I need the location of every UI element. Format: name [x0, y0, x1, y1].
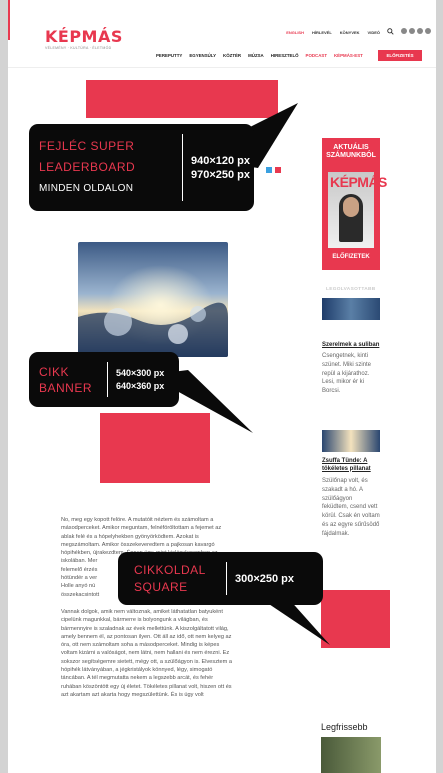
facebook-icon[interactable] [401, 28, 407, 34]
callout-super-leaderboard: FEJLÉC SUPER LEADERBOARD MINDEN OLDALON … [29, 124, 254, 211]
instagram-icon[interactable] [417, 28, 423, 34]
magazine-cover[interactable]: KÉPMÁS [328, 172, 387, 248]
top-nav-english[interactable]: ENGLISH [286, 30, 304, 35]
site-logo[interactable]: KÉPMÁS [45, 27, 123, 46]
search-icon[interactable] [387, 28, 394, 35]
callout-article-banner: CIKK BANNER 540×300 px 640×360 px [29, 352, 179, 407]
top-nav-newsletter[interactable]: HÍRLEVÉL [312, 30, 332, 35]
popular-title-2[interactable]: Zsuffa Tünde: A tökéletes pillanat [322, 458, 382, 473]
linkedin-icon[interactable] [425, 28, 431, 34]
logo-tagline: VÉLEMÉNY · KULTÚRA · ÉLETMÓD [45, 46, 112, 50]
popular-title-1[interactable]: Szerelmek a suliban [322, 342, 382, 350]
cover-face [343, 197, 359, 217]
page-edge-accent [8, 0, 10, 40]
nav-kepmas-est[interactable]: KÉPMÁS-EST [334, 53, 363, 58]
popular-text-1: Csengetnek, kinti szünet. Miki szinte re… [322, 353, 372, 395]
subscribe-promo-button[interactable]: ELŐFIZETEK [322, 254, 380, 260]
callout-sidebar-square: CIKKOLDAL SQUARE 300×250 px [118, 552, 323, 605]
article-hero-image [78, 242, 228, 357]
nav-muzsa[interactable]: MÚZSA [248, 53, 264, 58]
popular-label: LEGOLVASOTTABB [326, 287, 376, 292]
top-nav: ENGLISH HÍRLEVÉL KÖNYVEK VIDEÓ [286, 30, 380, 35]
top-nav-books[interactable]: KÖNYVEK [340, 30, 360, 35]
article-page: KÉPMÁS VÉLEMÉNY · KULTÚRA · ÉLETMÓD ENGL… [8, 0, 436, 773]
nav-hireszt[interactable]: HIRESZTELŐ [271, 53, 299, 58]
latest-heading: Legfrissebb [321, 722, 368, 732]
nav-pereputty[interactable]: PEREPUTTY [156, 53, 182, 58]
current-issue-promo[interactable]: AKTUÁLIS SZÁMUNKBÓL KÉPMÁS ELŐFIZETEK [322, 138, 387, 270]
site-header: KÉPMÁS VÉLEMÉNY · KULTÚRA · ÉLETMÓD ENGL… [8, 0, 436, 68]
popular-text-2: Szülőnap volt, és szakadt a hó. A szülőá… [322, 478, 380, 537]
youtube-icon[interactable] [409, 28, 415, 34]
popular-thumb-2[interactable] [322, 430, 380, 452]
top-nav-video[interactable]: VIDEÓ [368, 30, 380, 35]
nav-kozter[interactable]: KÖZTÉR [223, 53, 241, 58]
nav-podcast[interactable]: PODCAST [306, 53, 327, 58]
subscribe-button[interactable]: ELŐFIZETÉS [378, 50, 422, 61]
popular-thumb-1[interactable] [322, 298, 380, 320]
snow-photo [78, 242, 228, 357]
magazine-masthead: KÉPMÁS [330, 174, 387, 190]
social-icons [401, 28, 431, 34]
nav-egyensuly[interactable]: EGYENSÚLY [189, 53, 216, 58]
promo-title: AKTUÁLIS SZÁMUNKBÓL [326, 144, 376, 159]
main-nav: PEREPUTTY EGYENSÚLY KÖZTÉR MÚZSA HIRESZT… [156, 53, 363, 58]
latest-thumb[interactable] [321, 737, 381, 773]
